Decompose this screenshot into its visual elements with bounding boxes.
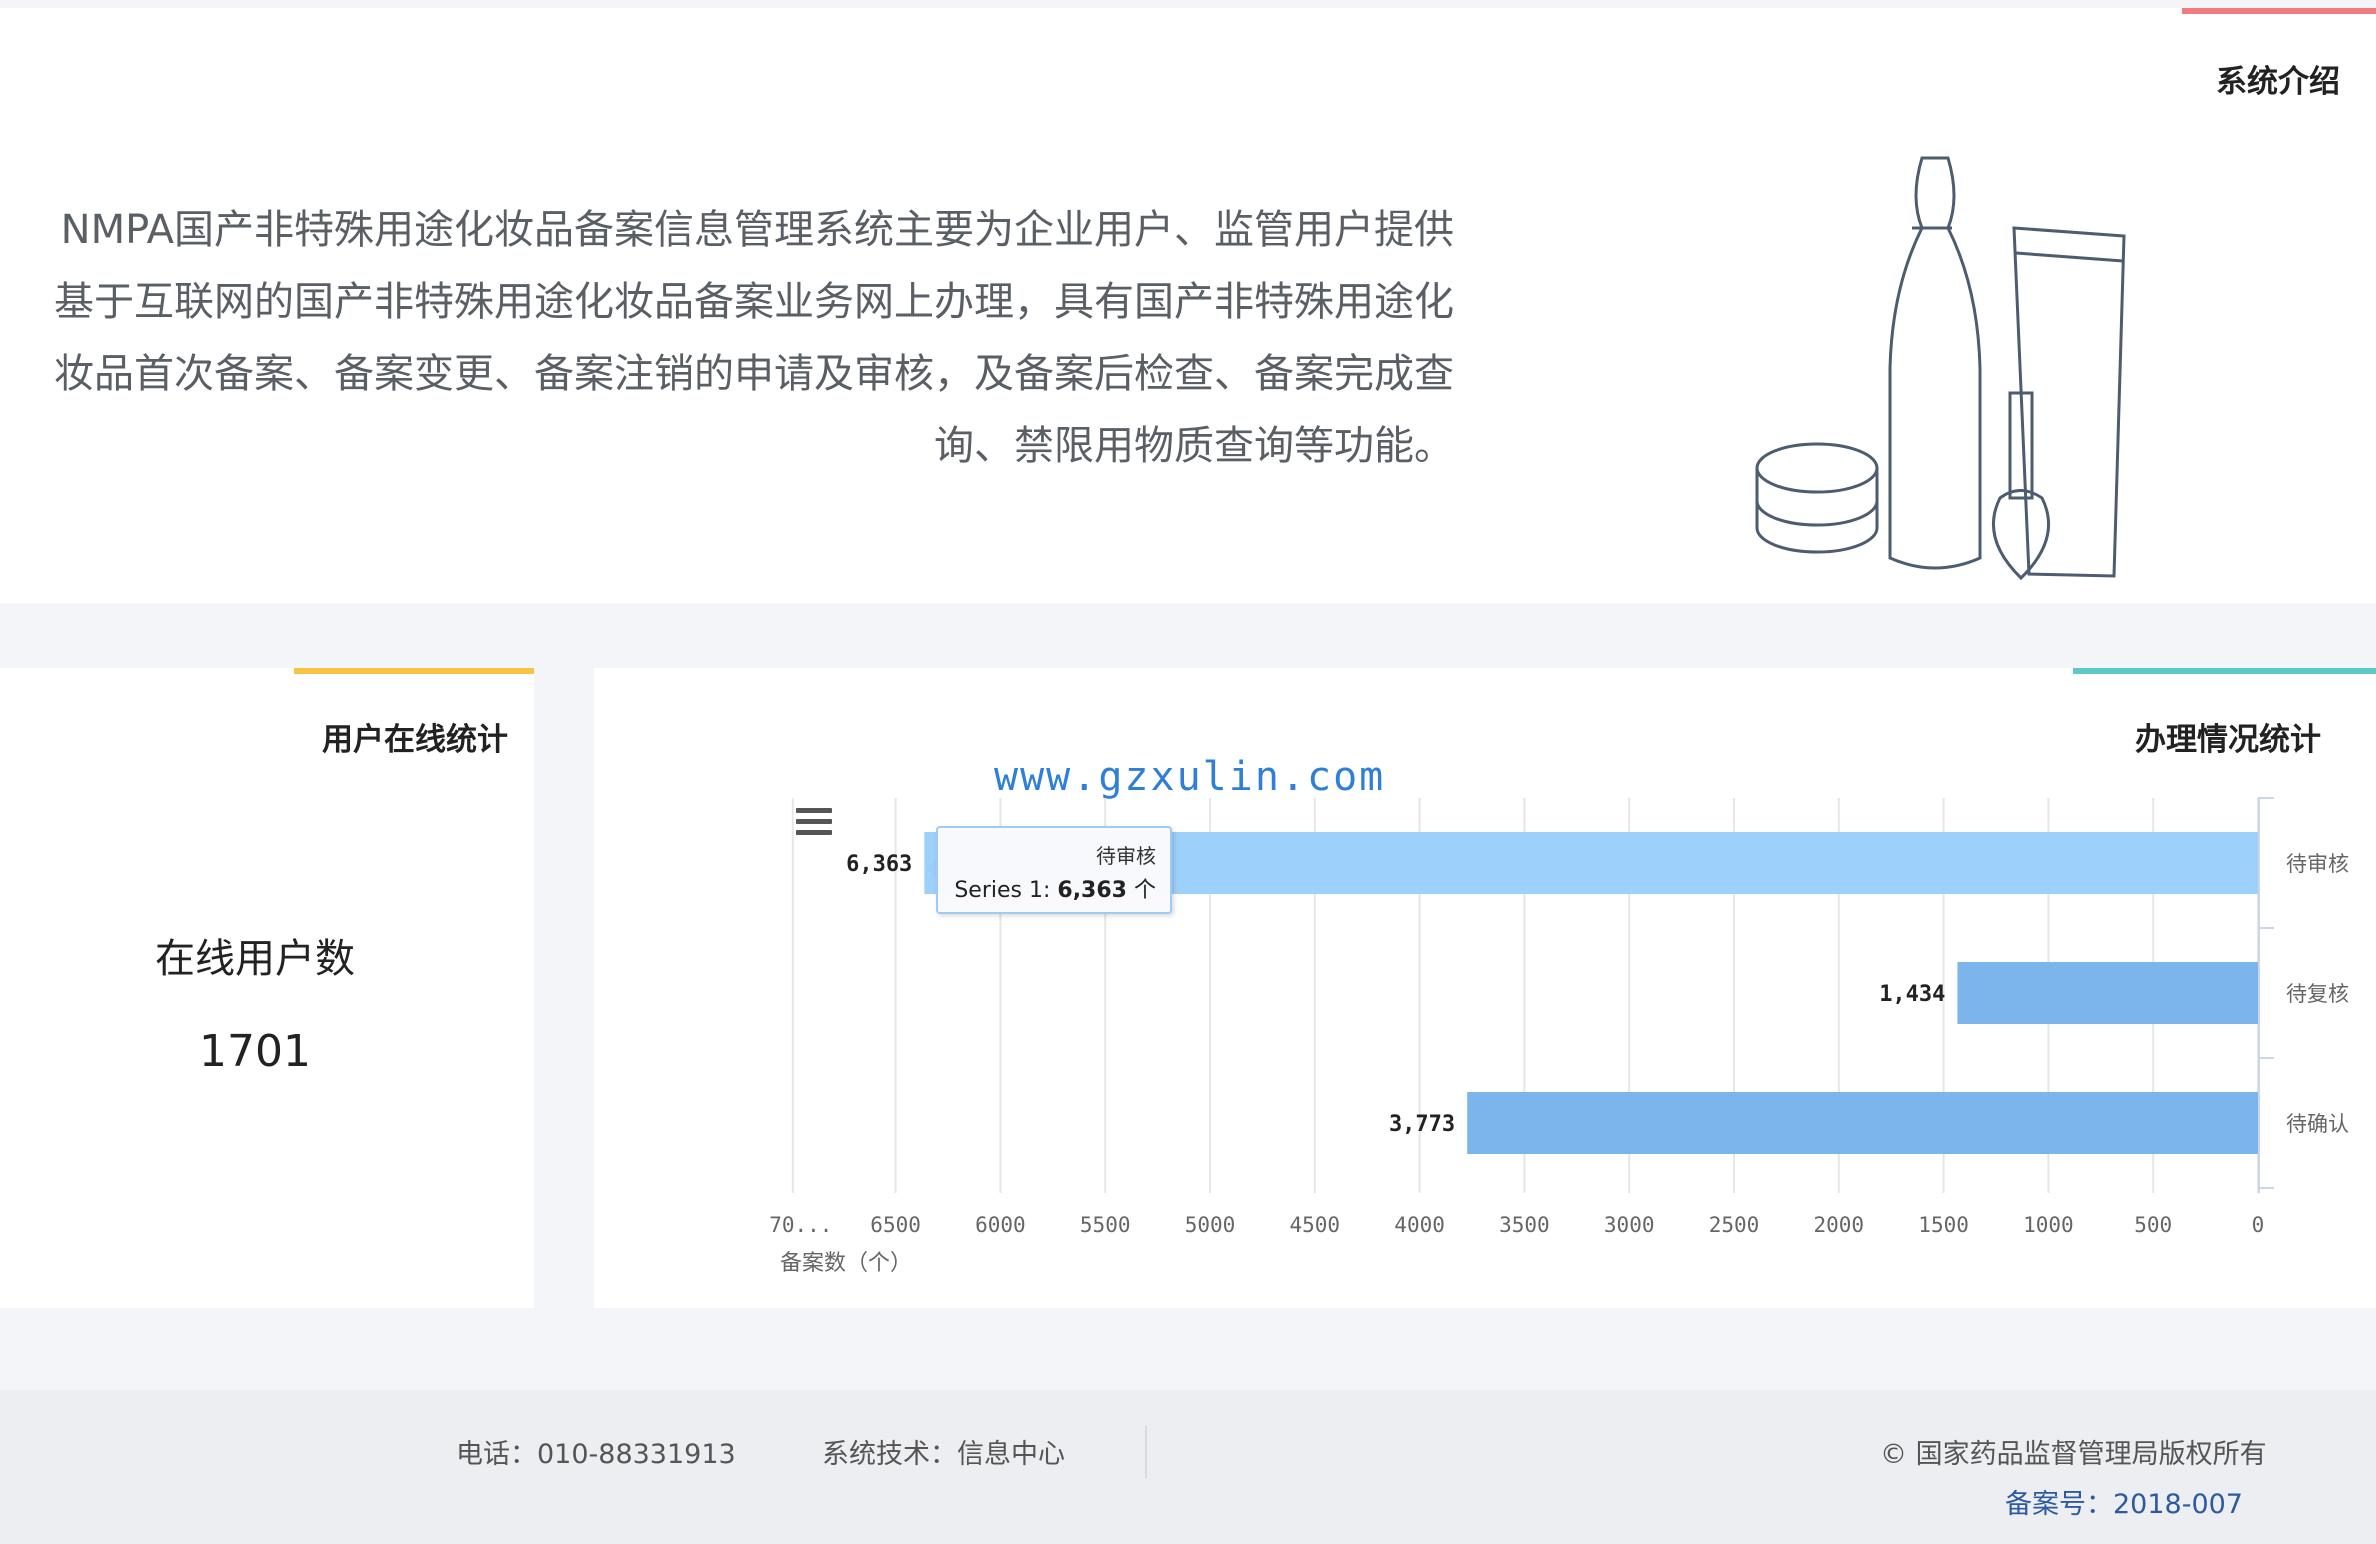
x-tick-label: 1500 [1918,1213,1969,1237]
processing-bar-chart: 0 500 1000 1500 2000 2500 3000 3500 4000 4500 5000… [769,797,2349,1276]
footer-copyright: © 国家药品监督管理局版权所有 [1880,1439,2267,1470]
footer-record-number[interactable]: 备案号：2018-007 [2005,1482,2243,1521]
x-tick-label: 6500 [870,1213,921,1237]
online-users-label: 在线用户数 [155,936,355,982]
x-axis-title: 备案数（个） [780,1251,912,1276]
x-tick-label: 3000 [1604,1213,1655,1237]
processing-stats-accent-bar [2073,668,2376,674]
x-tick-label: 500 [2134,1213,2172,1237]
cosmetics-illustration [1755,156,2126,581]
online-users-count: 1701 [199,1026,311,1077]
x-tick-label: 6000 [975,1213,1026,1237]
user-online-panel: 用户在线统计 在线用户数 1701 [0,668,534,1308]
user-online-accent-bar [294,668,534,674]
tooltip-category: 待审核 [1096,844,1156,868]
intro-text: NMPA国产非特殊用途化妆品备案信息管理系统主要为企业用户、监管用户提供基于互联… [54,207,1454,469]
category-label: 待复核 [2286,982,2349,1006]
hamburger-menu-icon[interactable] [796,808,832,838]
footer-divider [1145,1426,1147,1478]
x-tick-label: 70... [769,1213,832,1237]
intro-title: 系统介绍 [2216,64,2340,100]
x-tick-label: 2500 [1709,1213,1760,1237]
bar-data-label: 3,773 [1389,1112,1455,1137]
x-tick-label: 5000 [1185,1213,1236,1237]
bar [1957,962,2258,1024]
intro-accent-bar [2182,8,2376,14]
footer-phone: 电话：010-88331913 [456,1439,736,1470]
footer-tech-support: 系统技术：信息中心 [822,1439,1065,1470]
tooltip-value-line: Series 1: 6,363 个 [954,878,1156,903]
footer: © 国家药品监督管理局版权所有 备案号：2018-007 系统技术：信息中心 电… [0,1390,2376,1544]
processing-stats-panel: 办理情况统计 www.gzxulin.com 0 500 1000 1500 2000 2… [594,668,2376,1308]
x-tick-label: 0 [2252,1213,2265,1237]
user-online-title: 用户在线统计 [322,722,508,758]
tooltip-series: Series 1 [954,878,1043,903]
x-tick-label: 5500 [1080,1213,1131,1237]
x-tick-label: 3500 [1499,1213,1550,1237]
intro-panel: 系统介绍 NMPA国产非特殊用途化妆品备案信息管理系统主要为企业用户、监管用户提… [0,8,2376,603]
category-label: 待确认 [2286,1112,2349,1136]
bar-data-label: 6,363 [846,852,912,877]
tooltip-value: 6,363 [1057,878,1127,903]
chart-tooltip: 待审核 Series 1: 6,363 个 [936,826,1172,914]
category-label: 待审核 [2286,852,2349,876]
x-tick-label: 2000 [1814,1213,1865,1237]
x-tick-label: 4500 [1290,1213,1341,1237]
bar-data-label: 1,434 [1879,982,1945,1007]
x-tick-label: 4000 [1394,1213,1445,1237]
tooltip-unit: 个 [1133,878,1156,903]
bar [1467,1092,2258,1154]
x-tick-label: 1000 [2023,1213,2074,1237]
